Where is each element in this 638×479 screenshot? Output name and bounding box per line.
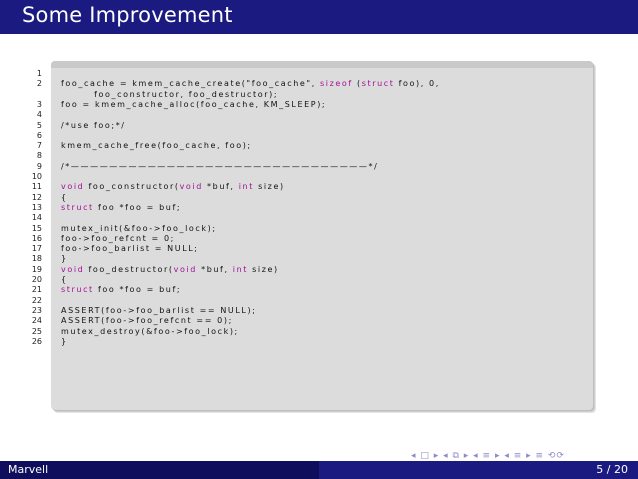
code-keyword: sizeof bbox=[319, 79, 353, 89]
line-number: 17 bbox=[31, 244, 42, 254]
line-number: 19 bbox=[31, 264, 42, 274]
line-number: 16 bbox=[31, 233, 42, 243]
footer-page-number: 5 / 20 bbox=[596, 463, 628, 476]
code-line: 18} bbox=[0, 254, 600, 264]
code-text: foo->foo_barlist = NULL; bbox=[61, 244, 199, 254]
code-text: struct foo *foo = buf; bbox=[61, 285, 182, 295]
line-number: 13 bbox=[31, 202, 42, 212]
code-text: } bbox=[61, 254, 68, 264]
code-line: 5 /*use foo;*/ bbox=[0, 121, 600, 131]
code-keyword: void bbox=[61, 264, 85, 274]
code-line: 20 { bbox=[0, 275, 600, 285]
code-text: void foo_destructor(void *buf, int size) bbox=[61, 264, 279, 274]
code-text: foo_constructor, foo_destructor); bbox=[61, 89, 279, 99]
code-line: foo_constructor, foo_destructor); bbox=[0, 90, 600, 100]
code-text: void foo_constructor(void *buf, int size… bbox=[61, 182, 285, 192]
code-text: } bbox=[61, 336, 68, 346]
code-text: /*use foo;*/ bbox=[61, 120, 126, 130]
line-number: 6 bbox=[36, 130, 42, 140]
code-keyword: int bbox=[238, 182, 254, 192]
line-number: 23 bbox=[31, 305, 42, 315]
line-number: 20 bbox=[31, 275, 42, 284]
code-line: 12 { bbox=[0, 193, 600, 203]
code-line: 25 mutex_destroy(&foo->foo_lock); bbox=[0, 327, 600, 337]
code-text: mutex_destroy(&foo->foo_lock); bbox=[61, 326, 239, 336]
code-keyword: void bbox=[179, 182, 203, 192]
code-line: 17 foo->foo_barlist = NULL; bbox=[0, 244, 600, 254]
line-number: 26 bbox=[31, 336, 42, 346]
line-number: 22 bbox=[31, 295, 42, 305]
line-number: 18 bbox=[31, 254, 42, 264]
code-line: 24 ASSERT(foo->foo_refcnt == 0); bbox=[0, 316, 600, 326]
line-number: 25 bbox=[31, 326, 42, 336]
code-line: 9 /*———————————————————————————————*/ bbox=[0, 162, 600, 172]
code-line: 1 bbox=[0, 69, 600, 79]
code-keyword: int bbox=[232, 264, 248, 274]
code-keyword: struct bbox=[61, 285, 94, 295]
code-text: ASSERT(foo->foo_refcnt == 0); bbox=[61, 316, 233, 326]
code-line: 8 bbox=[0, 151, 600, 161]
code-line: 15 mutex_init(&foo->foo_lock); bbox=[0, 224, 600, 234]
line-number: 21 bbox=[31, 285, 42, 295]
code-line: 10 bbox=[0, 172, 600, 182]
code-text: mutex_init(&foo->foo_lock); bbox=[61, 223, 217, 233]
code-text: kmem_cache_free(foo_cache, foo); bbox=[61, 141, 252, 151]
code-line: 16 foo->foo_refcnt = 0; bbox=[0, 234, 600, 244]
code-text: foo->foo_refcnt = 0; bbox=[61, 233, 175, 243]
line-number: 1 bbox=[36, 69, 42, 78]
code-line: 23 ASSERT(foo->foo_barlist == NULL); bbox=[0, 306, 600, 316]
code-line: 3 foo = kmem_cache_alloc(foo_cache, KM_SL… bbox=[0, 100, 600, 110]
code-keyword: void bbox=[61, 182, 85, 192]
code-text: foo = kmem_cache_alloc(foo_cache, KM_SLE… bbox=[61, 99, 327, 109]
code-text: struct foo *foo = buf; bbox=[61, 202, 182, 212]
code-line: 11 void foo_constructor(void *buf, int si… bbox=[0, 182, 600, 192]
code-line: 26} bbox=[0, 337, 600, 347]
line-number: 10 bbox=[31, 172, 42, 181]
line-number: 15 bbox=[31, 223, 42, 233]
slide-title-bar: Some Improvement bbox=[0, 0, 638, 34]
line-number: 7 bbox=[36, 141, 42, 151]
line-number: 9 bbox=[36, 161, 42, 171]
line-number: 5 bbox=[36, 120, 42, 130]
code-text: foo_cache = kmem_cache_create("foo_cache… bbox=[61, 79, 440, 89]
line-number: 2 bbox=[36, 79, 42, 89]
code-text: /*———————————————————————————————*/ bbox=[61, 161, 379, 171]
code-block-header bbox=[51, 61, 593, 68]
footer-page-bar: 5 / 20 bbox=[319, 461, 638, 479]
code-text: { bbox=[61, 192, 68, 202]
code-line: 2 foo_cache = kmem_cache_create("foo_cach… bbox=[0, 79, 600, 89]
code-line: 6 bbox=[0, 131, 600, 141]
code-line: 19 void foo_destructor(void *buf, int siz… bbox=[0, 265, 600, 275]
code-text: ASSERT(foo->foo_barlist == NULL); bbox=[61, 305, 257, 315]
footer-author: Marvell bbox=[8, 463, 49, 476]
line-number: 3 bbox=[36, 99, 42, 109]
code-line: 13 struct foo *foo = buf; bbox=[0, 203, 600, 213]
code-line: 21 struct foo *foo = buf; bbox=[0, 285, 600, 295]
code-keyword: struct bbox=[361, 79, 395, 89]
code-line: 14 bbox=[0, 213, 600, 223]
code-line: 4 bbox=[0, 110, 600, 120]
line-number: 24 bbox=[31, 316, 42, 326]
footer-author-bar: Marvell bbox=[0, 461, 319, 479]
code-line: 22 bbox=[0, 296, 600, 306]
slide-title: Some Improvement bbox=[22, 3, 233, 27]
code-keyword: void bbox=[173, 264, 197, 274]
code-text: { bbox=[61, 275, 68, 284]
code-keyword: struct bbox=[61, 202, 94, 212]
line-number: 4 bbox=[36, 110, 42, 120]
code-line: 7 kmem_cache_free(foo_cache, foo); bbox=[0, 141, 600, 151]
line-number: 8 bbox=[36, 151, 42, 161]
line-number: 11 bbox=[31, 182, 42, 192]
line-number: 14 bbox=[31, 213, 42, 223]
line-number: 12 bbox=[31, 192, 42, 202]
